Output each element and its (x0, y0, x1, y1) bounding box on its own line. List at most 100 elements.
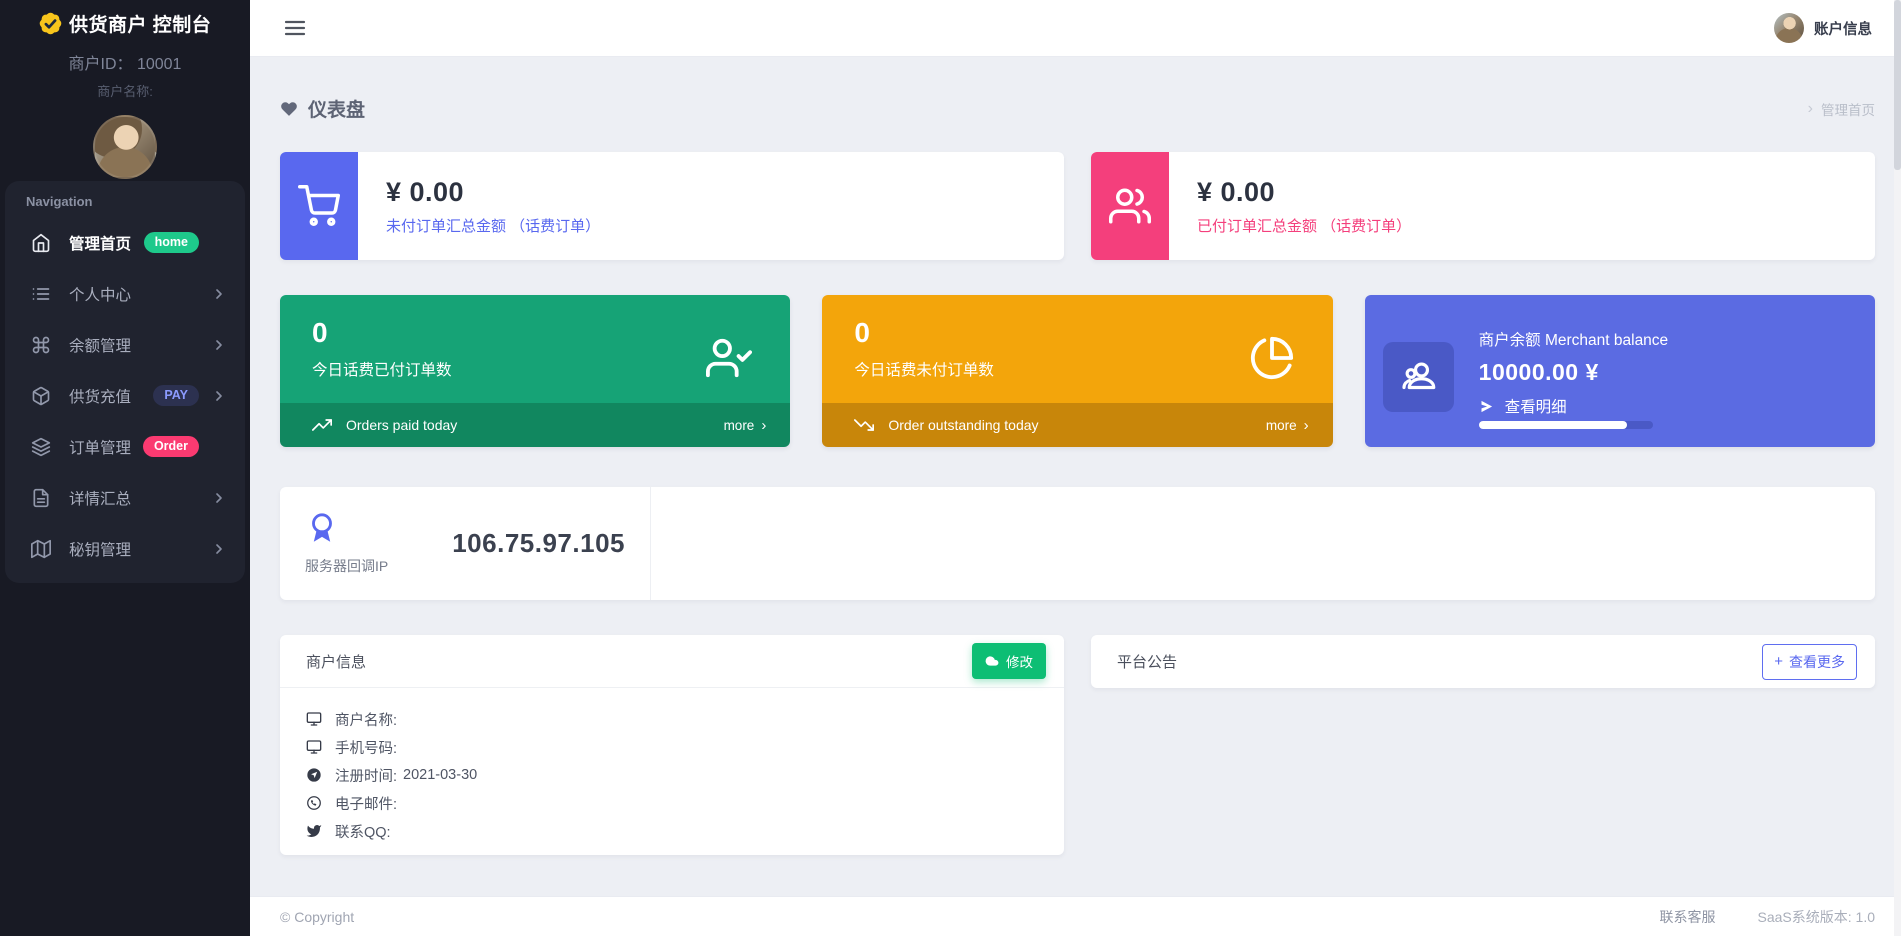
sidebar-item-orders[interactable]: 订单管理 Order (5, 421, 245, 472)
sidebar-avatar (93, 115, 157, 179)
orders-paid-footer-label: Orders paid today (346, 417, 457, 433)
bottom-row: 商户信息 修改 商户名称: (280, 635, 1875, 855)
contact-support-link[interactable]: 联系客服 (1660, 907, 1716, 927)
phone-circle-icon (306, 795, 322, 811)
sidebar-item-keys[interactable]: 秘钥管理 (5, 523, 245, 574)
trending-down-icon (854, 415, 874, 435)
orders-outstanding-footer-label: Order outstanding today (888, 417, 1038, 433)
info-row-phone: 手机号码: (306, 733, 1064, 761)
paid-caption: 已付订单汇总金额 （话费订单） (1197, 215, 1411, 236)
orders-paid-today-card: 0 今日话费已付订单数 Orders paid today more› (280, 295, 790, 447)
sidebar-item-profile[interactable]: 个人中心 (5, 268, 245, 319)
server-row: 服务器回调IP 106.75.97.105 (280, 487, 1875, 600)
trending-up-icon (312, 415, 332, 435)
footer: © Copyright 联系客服 SaaS系统版本: 1.0 (250, 896, 1901, 936)
registered-date: 2021-03-30 (403, 767, 477, 783)
plus-icon: + (1774, 654, 1783, 669)
paid-total-card: ¥ 0.00 已付订单汇总金额 （话费订单） (1091, 152, 1875, 260)
announcement-card: 平台公告 + 查看更多 (1091, 635, 1875, 688)
more-link[interactable]: more› (1266, 418, 1309, 433)
topbar-avatar (1774, 13, 1804, 43)
chevron-right-icon (211, 541, 227, 557)
merchant-info-title: 商户信息 (306, 651, 366, 672)
copyright-text: © Copyright (280, 909, 354, 925)
more-link[interactable]: more› (724, 418, 767, 433)
summary-row: ¥ 0.00 未付订单汇总金额 （话费订单） ¥ 0.00 已付订单汇总金额 （… (280, 152, 1875, 260)
server-ip-value: 106.75.97.105 (452, 528, 625, 559)
badge-pay: PAY (153, 385, 199, 406)
sidebar-item-dashboard[interactable]: 管理首页 home (5, 217, 245, 268)
breadcrumb-item-home[interactable]: 管理首页 (1821, 99, 1875, 119)
package-icon (31, 386, 51, 406)
cart-icon (280, 152, 358, 260)
brand-title: 供货商户 控制台 (69, 10, 211, 37)
version-text: SaaS系统版本: 1.0 (1758, 907, 1876, 927)
home-icon (31, 233, 51, 253)
chevron-right-icon (211, 337, 227, 353)
map-icon (31, 539, 51, 559)
file-text-icon (31, 488, 51, 508)
main-content: 仪表盘 › 管理首页 ¥ 0.00 未付订单汇总金额 （话费订单） ¥ 0.00… (250, 57, 1901, 896)
monitor-icon (306, 711, 322, 727)
server-ip-label: 服务器回调IP (305, 556, 388, 576)
page-title: 仪表盘 (308, 95, 365, 122)
sidebar-item-balance[interactable]: 余额管理 (5, 319, 245, 370)
nav-heading: Navigation (5, 187, 245, 217)
unpaid-amount: ¥ 0.00 (386, 177, 600, 208)
brand: 供货商户 控制台 (0, 0, 250, 37)
monitor-icon (306, 739, 322, 755)
badge-order: Order (143, 436, 199, 457)
cloud-icon (985, 654, 999, 668)
info-row-merchant-name: 商户名称: (306, 705, 1064, 733)
sidebar: 供货商户 控制台 商户ID： 10001 商户名称: Navigation 管理… (0, 0, 250, 936)
chevron-right-icon (211, 490, 227, 506)
play-icon (1479, 399, 1494, 414)
merchant-id: 商户ID： 10001 (0, 50, 250, 74)
sidebar-item-label: 详情汇总 (69, 487, 131, 509)
users-icon (1091, 152, 1169, 260)
sidebar-item-summary[interactable]: 详情汇总 (5, 472, 245, 523)
sidebar-item-label: 个人中心 (69, 283, 131, 305)
paid-amount: ¥ 0.00 (1197, 177, 1411, 208)
scrollbar[interactable] (1894, 0, 1901, 936)
twitter-icon (306, 823, 322, 839)
balance-title: 商户余额 Merchant balance (1479, 328, 1669, 350)
user-check-icon (706, 335, 752, 381)
group-icon (1383, 342, 1454, 412)
edit-button[interactable]: 修改 (972, 643, 1046, 679)
stats-row: 0 今日话费已付订单数 Orders paid today more› 0 今日… (280, 295, 1875, 447)
list-icon (31, 284, 51, 304)
gear-check-icon (38, 11, 63, 36)
balance-progress (1479, 421, 1653, 429)
chevron-right-icon (211, 388, 227, 404)
view-more-button[interactable]: + 查看更多 (1762, 644, 1857, 680)
unpaid-total-card: ¥ 0.00 未付订单汇总金额 （话费订单） (280, 152, 1064, 260)
page-head: 仪表盘 › 管理首页 (280, 95, 1875, 122)
sidebar-item-label: 订单管理 (69, 436, 131, 458)
badge-home: home (144, 232, 199, 253)
menu-toggle-button[interactable] (283, 16, 307, 40)
merchant-balance-card: 商户余额 Merchant balance 10000.00 ¥ 查看明细 (1365, 295, 1875, 447)
account-menu[interactable]: 账户信息 (1774, 13, 1872, 43)
layers-icon (31, 437, 51, 457)
sidebar-nav: Navigation 管理首页 home 个人中心 余额管理 (5, 181, 245, 583)
chevron-right-icon: › (761, 418, 766, 433)
unpaid-caption: 未付订单汇总金额 （话费订单） (386, 215, 600, 236)
merchant-name-label: 商户名称: (0, 81, 250, 100)
award-icon (305, 512, 339, 546)
breadcrumb: › 管理首页 (1808, 99, 1875, 119)
account-label: 账户信息 (1814, 18, 1872, 39)
command-icon (31, 335, 51, 355)
chevron-right-icon (211, 286, 227, 302)
announcement-title: 平台公告 (1117, 651, 1177, 672)
scrollbar-thumb[interactable] (1894, 0, 1901, 170)
merchant-info-card: 商户信息 修改 商户名称: (280, 635, 1064, 855)
view-details-link[interactable]: 查看明细 (1479, 395, 1669, 417)
chevron-right-icon: › (1808, 101, 1813, 117)
sidebar-item-recharge[interactable]: 供货充值 PAY (5, 370, 245, 421)
topbar: 账户信息 (250, 0, 1901, 57)
sidebar-item-label: 余额管理 (69, 334, 131, 356)
sidebar-item-label: 秘钥管理 (69, 538, 131, 560)
balance-amount: 10000.00 ¥ (1479, 359, 1669, 386)
balance-progress-fill (1479, 421, 1627, 429)
